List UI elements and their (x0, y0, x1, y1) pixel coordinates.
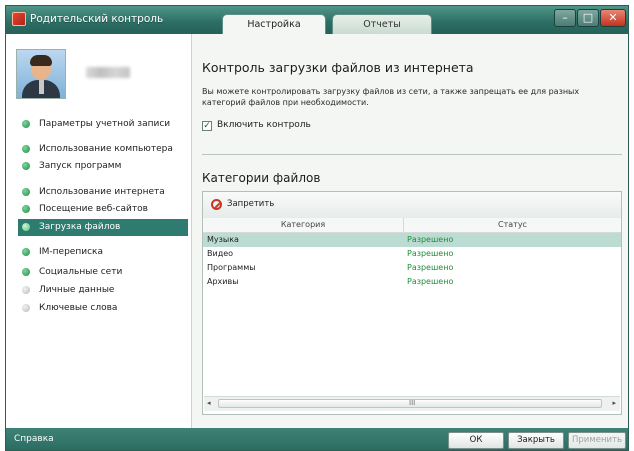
horizontal-scrollbar[interactable]: ◂ III ▸ (204, 396, 620, 411)
status-cell: Разрешено (407, 277, 454, 286)
status-on-icon (22, 162, 30, 170)
close-window-button[interactable]: ✕ (600, 9, 626, 27)
status-on-icon (22, 120, 30, 128)
sidebar-item-im-messaging[interactable]: IM-переписка (18, 244, 188, 261)
table-header: Категория Статус (203, 218, 621, 233)
status-cell: Разрешено (407, 249, 454, 258)
sidebar-item-internet-usage[interactable]: Использование интернета (18, 184, 188, 201)
status-on-icon (22, 223, 30, 231)
window-title: Родительский контроль (30, 13, 164, 25)
table-row[interactable]: Музыка Разрешено (203, 233, 621, 247)
sidebar-item-file-downloads[interactable]: Загрузка файлов (18, 219, 188, 236)
sidebar-item-social-networks[interactable]: Социальные сети (18, 264, 188, 281)
table-row[interactable]: Программы Разрешено (203, 261, 621, 275)
status-on-icon (22, 145, 30, 153)
file-categories-panel: Запретить Категория Статус Музыка Разреш… (202, 191, 622, 415)
sidebar-item-label: Использование интернета (39, 187, 165, 197)
page-title: Контроль загрузки файлов из интернета (202, 60, 474, 75)
category-cell: Архивы (207, 277, 239, 286)
status-off-icon (22, 286, 30, 294)
sidebar-item-website-visits[interactable]: Посещение веб-сайтов (18, 201, 188, 218)
category-cell: Программы (207, 263, 256, 272)
title-bar: Родительский контроль Настройка Отчеты –… (6, 6, 628, 34)
column-header-category[interactable]: Категория (203, 218, 404, 232)
scroll-right-arrow-icon[interactable]: ▸ (612, 399, 616, 407)
ok-button[interactable]: ОК (448, 432, 504, 449)
categories-title: Категории файлов (202, 171, 321, 185)
sidebar-item-label: Посещение веб-сайтов (39, 204, 148, 214)
status-off-icon (22, 304, 30, 312)
category-cell: Видео (207, 249, 234, 258)
status-on-icon (22, 248, 30, 256)
sidebar-item-label: Параметры учетной записи (39, 119, 171, 129)
sidebar-item-label: Использование компьютера (39, 144, 173, 154)
panel-toolbar: Запретить (203, 192, 621, 219)
scrollbar-grip-icon: III (409, 399, 416, 407)
sidebar-item-label: Запуск программ (39, 161, 122, 171)
page-description: Вы можете контролировать загрузку файлов… (202, 87, 580, 107)
avatar-tie (39, 80, 44, 94)
table-row[interactable]: Архивы Разрешено (203, 275, 621, 289)
divider (202, 154, 622, 155)
status-on-icon (22, 268, 30, 276)
close-button[interactable]: Закрыть (508, 432, 564, 449)
apply-button[interactable]: Применить (568, 432, 626, 449)
main-content: Контроль загрузки файлов из интернета Вы… (192, 34, 628, 428)
enable-control-label[interactable]: Включить контроль (217, 120, 311, 130)
status-cell: Разрешено (407, 263, 454, 272)
footer-bar: Справка ОК Закрыть Применить (6, 428, 628, 450)
block-icon[interactable] (211, 199, 222, 210)
avatar[interactable] (16, 49, 66, 99)
sidebar-item-label: Социальные сети (39, 267, 123, 277)
sidebar-item-label: Личные данные (39, 285, 115, 295)
sidebar-item-keywords[interactable]: Ключевые слова (18, 300, 188, 317)
maximize-button[interactable]: □ (577, 9, 599, 27)
enable-control-checkbox[interactable]: ✓ (202, 121, 212, 131)
sidebar: Параметры учетной записи Использование к… (6, 34, 192, 428)
status-on-icon (22, 205, 30, 213)
sidebar-item-program-launch[interactable]: Запуск программ (18, 158, 188, 175)
sidebar-item-label: IM-переписка (39, 247, 103, 257)
column-header-status[interactable]: Статус (404, 218, 621, 232)
username-blurred (86, 67, 130, 78)
scrollbar-thumb[interactable]: III (218, 399, 602, 408)
tab-reports[interactable]: Отчеты (332, 14, 432, 34)
sidebar-item-label: Загрузка файлов (39, 222, 121, 232)
avatar-hair (30, 55, 52, 66)
sidebar-item-computer-usage[interactable]: Использование компьютера (18, 141, 188, 158)
app-logo-icon (12, 12, 26, 26)
parental-control-window: Родительский контроль Настройка Отчеты –… (5, 5, 629, 451)
minimize-button[interactable]: – (554, 9, 576, 27)
sidebar-item-account-settings[interactable]: Параметры учетной записи (18, 116, 188, 133)
category-cell: Музыка (207, 235, 239, 244)
sidebar-item-personal-data[interactable]: Личные данные (18, 282, 188, 299)
tab-settings[interactable]: Настройка (222, 14, 326, 34)
block-button[interactable]: Запретить (227, 199, 274, 209)
status-on-icon (22, 188, 30, 196)
scroll-left-arrow-icon[interactable]: ◂ (207, 399, 211, 407)
table-row[interactable]: Видео Разрешено (203, 247, 621, 261)
help-link[interactable]: Справка (14, 434, 54, 444)
status-cell: Разрешено (407, 235, 454, 244)
sidebar-item-label: Ключевые слова (39, 303, 118, 313)
